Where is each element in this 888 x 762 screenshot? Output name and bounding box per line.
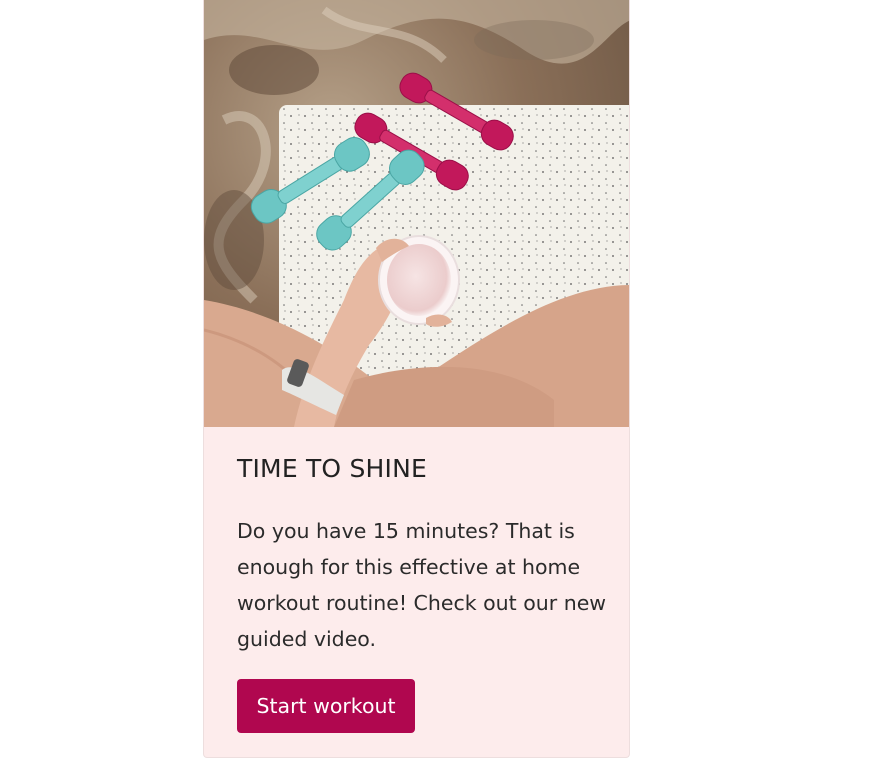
card-image (204, 0, 629, 427)
card-title: TIME TO SHINE (237, 454, 427, 483)
start-workout-button[interactable]: Start workout (237, 679, 415, 733)
card-description: Do you have 15 minutes? That is enough f… (237, 519, 607, 651)
workout-card: TIME TO SHINE Do you have 15 minutes? Th… (203, 0, 630, 758)
